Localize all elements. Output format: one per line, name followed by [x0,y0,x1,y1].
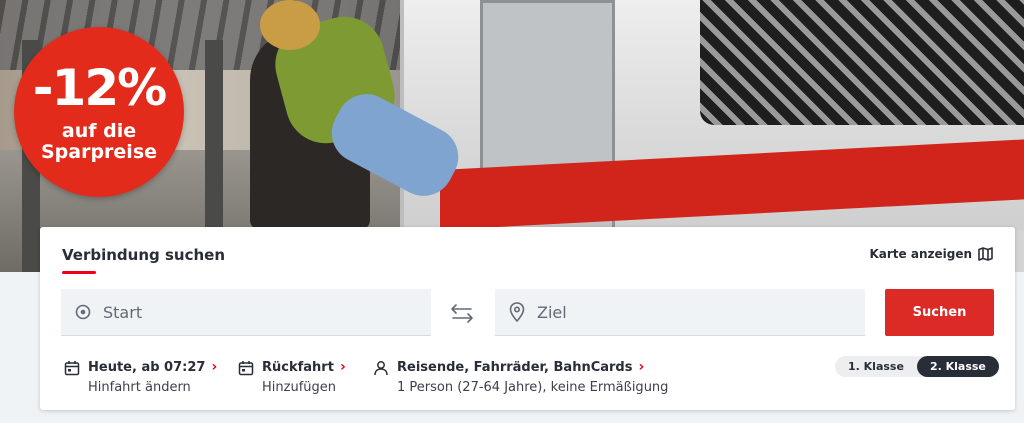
return-trip-option[interactable]: Rückfahrt › Hinzufügen [238,359,346,395]
train-window [700,0,1024,125]
promo-text-line2: Sparpreise [40,141,158,163]
connection-search-card: Verbindung suchen Karte anzeigen Start Z… [40,227,1015,410]
location-pin-icon [509,302,525,322]
title-underline [62,271,96,274]
search-button[interactable]: Suchen [885,289,994,336]
start-input[interactable]: Start [61,289,431,336]
search-title: Verbindung suchen [62,246,226,264]
calendar-icon [64,361,80,376]
destination-input[interactable]: Ziel [495,289,865,336]
date-label: Heute, ab 07:27 [88,359,206,375]
origin-target-icon [75,304,91,320]
promo-percent: -12% [32,59,167,117]
date-sub: Hinfahrt ändern [88,380,191,395]
promo-text-line1: auf die [61,120,137,142]
calendar-icon [238,361,254,376]
second-class-option[interactable]: 2. Klasse [916,356,999,377]
person-icon [374,361,388,376]
show-map-label: Karte anzeigen [869,247,972,261]
chevron-right-icon: › [211,359,218,375]
travellers-label: Reisende, Fahrräder, BahnCards [397,359,633,375]
chevron-right-icon: › [638,359,645,375]
travel-class-toggle: 1. Klasse 2. Klasse [835,356,999,377]
chevron-right-icon: › [339,359,346,375]
show-map-link[interactable]: Karte anzeigen [869,247,993,261]
start-placeholder: Start [103,302,143,322]
first-class-option[interactable]: 1. Klasse [835,356,917,377]
return-label: Rückfahrt [262,359,334,375]
swap-arrows-icon [451,304,473,323]
swap-stations-button[interactable] [449,301,475,325]
destination-placeholder: Ziel [537,302,567,322]
travellers-option[interactable]: Reisende, Fahrräder, BahnCards › 1 Person… [373,359,668,395]
departure-date-option[interactable]: Heute, ab 07:27 › Hinfahrt ändern [64,359,217,395]
promo-badge[interactable]: -12% auf die Sparpreise [14,27,184,197]
return-sub: Hinzufügen [262,380,336,395]
travellers-sub: 1 Person (27-64 Jahre), keine Ermäßigung [397,380,669,395]
map-icon [978,247,993,261]
hugging-couple-photo [240,0,470,230]
